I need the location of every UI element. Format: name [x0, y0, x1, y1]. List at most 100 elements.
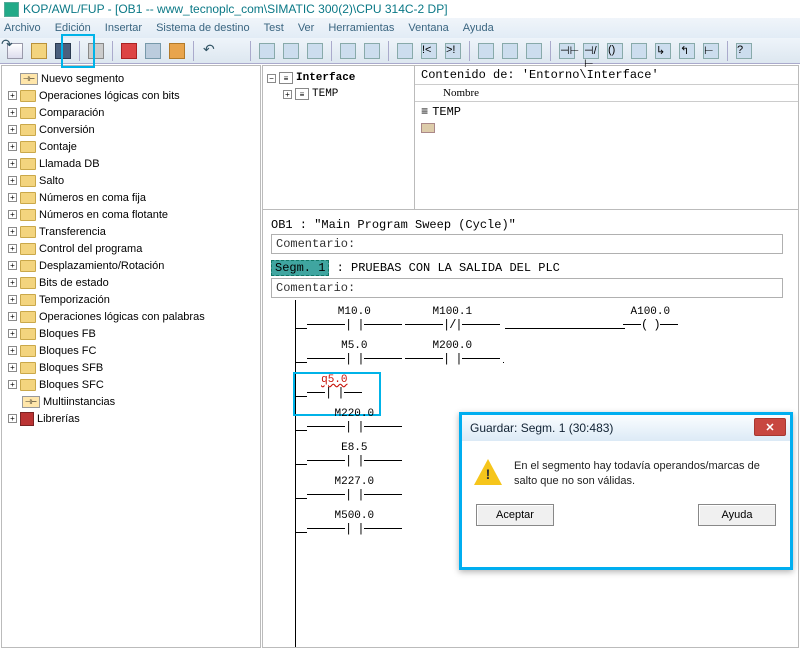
- tree-item[interactable]: +Bloques SFB: [4, 359, 258, 376]
- menu-insertar[interactable]: Insertar: [105, 22, 142, 34]
- expand-icon[interactable]: +: [8, 295, 17, 304]
- tree-item[interactable]: +Números en coma fija: [4, 189, 258, 206]
- toolbar-btn[interactable]: [256, 41, 278, 61]
- contents-row-empty[interactable]: [421, 120, 792, 136]
- tree-item[interactable]: +Conversión: [4, 121, 258, 138]
- menu-ventana[interactable]: Ventana: [408, 22, 448, 34]
- tree-item[interactable]: + Transferencia: [4, 223, 258, 240]
- expand-icon[interactable]: +: [8, 176, 17, 185]
- tree-item[interactable]: +Operaciones lógicas con palabras: [4, 308, 258, 325]
- folder-icon: [20, 158, 36, 170]
- tree-item[interactable]: +Control del programa: [4, 240, 258, 257]
- tree-item[interactable]: + Contaje: [4, 138, 258, 155]
- menu-herramientas[interactable]: Herramientas: [328, 22, 394, 34]
- tree-item[interactable]: +Bloques FB: [4, 325, 258, 342]
- coil-label: A100.0: [623, 306, 678, 318]
- toolbar-btn[interactable]: [337, 41, 359, 61]
- tree-item[interactable]: +Temporización: [4, 291, 258, 308]
- help-button[interactable]: ?: [733, 41, 755, 61]
- open-button[interactable]: [28, 41, 50, 61]
- menu-sistema-destino[interactable]: Sistema de destino: [156, 22, 250, 34]
- expand-icon[interactable]: +: [8, 210, 17, 219]
- expand-icon[interactable]: +: [8, 363, 17, 372]
- menu-ayuda[interactable]: Ayuda: [463, 22, 494, 34]
- save-button[interactable]: [52, 41, 74, 61]
- expand-icon[interactable]: +: [8, 244, 17, 253]
- paste-button[interactable]: [166, 41, 188, 61]
- expand-icon[interactable]: +: [8, 414, 17, 423]
- tree-item[interactable]: ⊣⊢Multiinstancias: [4, 393, 258, 410]
- folder-icon: [20, 141, 36, 153]
- tree-item[interactable]: +Desplazamiento/Rotación: [4, 257, 258, 274]
- comment-box[interactable]: Comentario:: [271, 234, 783, 254]
- expand-icon[interactable]: +: [8, 380, 17, 389]
- tree-item[interactable]: +Bloques SFC: [4, 376, 258, 393]
- close-button[interactable]: ✕: [754, 418, 786, 436]
- toolbar-btn[interactable]: [280, 41, 302, 61]
- expand-icon[interactable]: +: [8, 108, 17, 117]
- interface-root[interactable]: Interface: [296, 72, 355, 84]
- tree-item[interactable]: + Salto: [4, 172, 258, 189]
- dialog-title-bar[interactable]: Guardar: Segm. 1 (30:483) ✕: [462, 415, 790, 441]
- help-button[interactable]: Ayuda: [698, 504, 776, 526]
- catalog-tree[interactable]: +⊣⊢Nuevo segmento+Operaciones lógicas co…: [1, 65, 261, 648]
- cut-button[interactable]: [118, 41, 140, 61]
- tree-item[interactable]: +Operaciones lógicas con bits: [4, 87, 258, 104]
- tree-item-label: Salto: [39, 175, 64, 187]
- separator: [469, 41, 470, 61]
- interface-tree[interactable]: −≡Interface +≡TEMP: [263, 66, 415, 209]
- toolbar-btn[interactable]: ↰: [676, 41, 698, 61]
- expand-icon[interactable]: +: [8, 329, 17, 338]
- toolbar-btn[interactable]: [304, 41, 326, 61]
- tree-item[interactable]: +Bits de estado: [4, 274, 258, 291]
- expand-icon[interactable]: +: [8, 91, 17, 100]
- copy-button[interactable]: [142, 41, 164, 61]
- expand-icon[interactable]: +: [8, 193, 17, 202]
- expand-icon[interactable]: +: [8, 261, 17, 270]
- toolbar-btn[interactable]: [523, 41, 545, 61]
- contents-row[interactable]: ≡TEMP: [421, 104, 792, 120]
- toolbar-btn[interactable]: !<: [418, 41, 440, 61]
- expand-icon[interactable]: +: [283, 90, 292, 99]
- accept-button[interactable]: Aceptar: [476, 504, 554, 526]
- tree-item[interactable]: +Números en coma flotante: [4, 206, 258, 223]
- tree-item-label: Transferencia: [39, 226, 106, 238]
- toolbar-btn[interactable]: ⊣⊢: [556, 41, 578, 61]
- menu-archivo[interactable]: Archivo: [4, 22, 41, 34]
- toolbar-btn[interactable]: ↳: [652, 41, 674, 61]
- toolbar-btn[interactable]: ⊣/⊢: [580, 41, 602, 61]
- toolbar-btn[interactable]: [361, 41, 383, 61]
- collapse-icon[interactable]: −: [267, 74, 276, 83]
- toolbar-btn[interactable]: (): [604, 41, 626, 61]
- tree-item[interactable]: +Bloques FC: [4, 342, 258, 359]
- toolbar-btn[interactable]: [499, 41, 521, 61]
- redo-button[interactable]: [223, 41, 245, 61]
- tree-item[interactable]: +Comparación: [4, 104, 258, 121]
- toolbar-btn[interactable]: [475, 41, 497, 61]
- expand-icon[interactable]: +: [8, 278, 17, 287]
- print-button[interactable]: [85, 41, 107, 61]
- undo-button[interactable]: [199, 41, 221, 61]
- expand-icon[interactable]: +: [8, 142, 17, 151]
- expand-icon[interactable]: +: [8, 125, 17, 134]
- folder-icon: [20, 294, 36, 306]
- toolbar-btn[interactable]: ⊢: [700, 41, 722, 61]
- menu-ver[interactable]: Ver: [298, 22, 315, 34]
- separator: [727, 41, 728, 61]
- interface-temp[interactable]: TEMP: [312, 88, 338, 100]
- expand-icon[interactable]: +: [8, 346, 17, 355]
- toolbar-btn[interactable]: [628, 41, 650, 61]
- tree-item-label: Contaje: [39, 141, 77, 153]
- expand-icon[interactable]: +: [8, 312, 17, 321]
- toolbar-btn[interactable]: [394, 41, 416, 61]
- menu-edicion[interactable]: Edición: [55, 22, 91, 34]
- menu-test[interactable]: Test: [264, 22, 284, 34]
- tree-item[interactable]: +Llamada DB: [4, 155, 258, 172]
- expand-icon[interactable]: +: [8, 159, 17, 168]
- segment-label[interactable]: Segm. 1: [271, 260, 329, 276]
- expand-icon[interactable]: +: [8, 227, 17, 236]
- tree-item[interactable]: +⊣⊢Nuevo segmento: [4, 70, 258, 87]
- segment-comment-box[interactable]: Comentario:: [271, 278, 783, 298]
- toolbar-btn[interactable]: >!: [442, 41, 464, 61]
- tree-item[interactable]: +Librerías: [4, 410, 258, 427]
